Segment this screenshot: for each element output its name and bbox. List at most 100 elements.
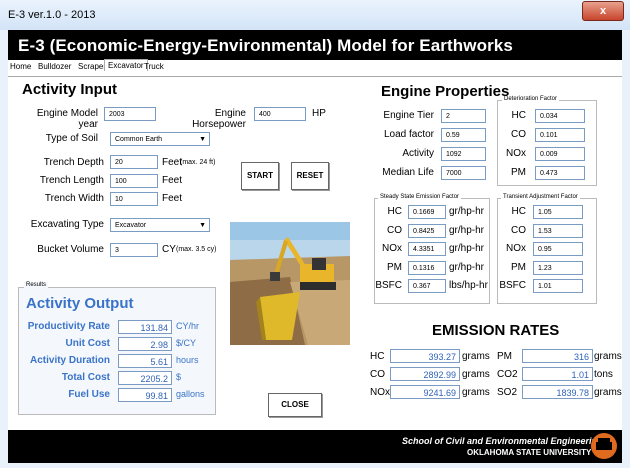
bucket-volume-label: Bucket Volume <box>37 244 104 255</box>
trench-depth-label: Trench Depth <box>43 157 104 168</box>
engine-prop-field[interactable]: 7000 <box>441 166 486 180</box>
output-label: Fuel Use <box>68 389 110 400</box>
footer-university: OKLAHOMA STATE UNIVERSITY <box>467 448 592 457</box>
emission-value: 393.27 <box>390 349 460 363</box>
output-unit: CY/hr <box>176 321 200 331</box>
emission-label: SO2 <box>497 387 518 398</box>
emission-label: PM <box>497 351 512 362</box>
engine-model-year-field[interactable]: 2003 <box>104 107 156 121</box>
bucket-volume-field[interactable]: 3 <box>110 243 158 257</box>
banner-title: E-3 (Economic-Energy-Environmental) Mode… <box>18 36 513 55</box>
deterioration-label: PM <box>511 167 526 178</box>
output-value: 5.61 <box>118 354 172 368</box>
trench-width-unit: Feet <box>162 193 183 204</box>
university-logo <box>591 433 617 459</box>
close-button[interactable]: CLOSE <box>268 393 322 417</box>
trench-length-field[interactable]: 100 <box>110 174 158 188</box>
footer-bar <box>8 430 622 463</box>
results-group-label: Results <box>24 282 49 288</box>
steady-state-field[interactable]: 0.1669 <box>408 205 446 219</box>
output-value: 2.98 <box>118 337 172 351</box>
excavator-photo <box>230 222 350 345</box>
activity-output-heading: Activity Output <box>26 295 134 312</box>
tab-excavator[interactable]: Excavator <box>104 59 148 71</box>
footer-school: School of Civil and Environmental Engine… <box>402 436 603 446</box>
output-value: 99.81 <box>118 388 172 402</box>
transient-field[interactable]: 1.05 <box>533 205 583 219</box>
steady-state-field[interactable]: 0.367 <box>408 279 446 293</box>
steady-state-label: BSFC <box>375 280 402 291</box>
output-label: Unit Cost <box>65 338 110 349</box>
emission-label: CO <box>370 369 385 380</box>
deterioration-field[interactable]: 0.034 <box>535 109 585 123</box>
trench-depth-field[interactable]: 20 <box>110 155 158 169</box>
transient-field[interactable]: 0.95 <box>533 242 583 256</box>
trench-width-label: Trench Width <box>44 193 104 204</box>
transient-label: PM <box>511 261 526 273</box>
steady-state-field[interactable]: 4.3351 <box>408 242 446 256</box>
trench-depth-unit: Feet <box>162 157 183 168</box>
emission-value: 316 <box>522 349 593 363</box>
transient-field[interactable]: 1.01 <box>533 279 583 293</box>
transient-field[interactable]: 1.23 <box>533 260 583 275</box>
emission-unit: grams <box>462 369 490 380</box>
excavating-type-value: Excavator <box>115 222 147 229</box>
tab-truck[interactable]: Truck <box>144 62 164 71</box>
deterioration-field[interactable]: 0.101 <box>535 128 585 142</box>
soil-value: Common Earth <box>115 136 163 143</box>
soil-label: Type of Soil <box>45 133 98 144</box>
activity-input-heading: Activity Input <box>22 81 118 98</box>
deterioration-field[interactable]: 0.473 <box>535 166 585 180</box>
engine-model-year-label: Engine Model year <box>36 108 98 130</box>
transient-label: BSFC <box>499 280 526 291</box>
emission-label: HC <box>370 351 385 362</box>
window-close-button[interactable]: x <box>582 1 624 21</box>
output-value: 2205.2 <box>118 371 172 385</box>
soil-select[interactable]: Common Earth ▼ <box>110 132 210 146</box>
trench-length-unit: Feet <box>162 175 183 186</box>
reset-button[interactable]: RESET <box>291 162 329 190</box>
hp-unit: HP <box>312 108 326 119</box>
trench-width-field[interactable]: 10 <box>110 192 158 206</box>
emission-unit: grams <box>462 387 490 398</box>
emission-unit: grams <box>462 351 490 362</box>
engine-prop-field[interactable]: 0.59 <box>441 128 486 142</box>
emission-label: NOx <box>370 387 390 398</box>
engine-prop-field[interactable]: 2 <box>441 109 486 123</box>
emission-rates-heading: EMISSION RATES <box>432 322 560 339</box>
emission-value: 1839.78 <box>522 385 593 399</box>
steady-state-group-label: Steady State Emission Factor <box>378 194 462 200</box>
start-button[interactable]: START <box>241 162 279 190</box>
emission-label: CO2 <box>497 369 518 380</box>
steady-state-unit: lbs/hp-hr <box>449 280 488 291</box>
deterioration-label: HC <box>511 110 526 121</box>
emission-unit: grams <box>594 351 622 362</box>
engine-prop-label: Activity <box>402 148 434 159</box>
emission-unit: grams <box>594 387 622 398</box>
excavating-type-select[interactable]: Excavator ▼ <box>110 218 210 232</box>
deterioration-field[interactable]: 0.009 <box>535 147 585 161</box>
output-label: Activity Duration <box>29 355 110 366</box>
engine-properties-heading: Engine Properties <box>381 83 510 100</box>
bucket-volume-note: (max. 3.5 cy) <box>176 246 217 253</box>
transient-field[interactable]: 1.53 <box>533 223 583 238</box>
tab-home[interactable]: Home <box>10 62 31 71</box>
tab-scraper[interactable]: Scraper <box>78 62 106 71</box>
emission-value: 2892.99 <box>390 367 460 381</box>
output-label: Total Cost <box>61 372 110 383</box>
engine-hp-field[interactable]: 400 <box>254 107 306 121</box>
steady-state-unit: gr/hp-hr <box>449 206 485 217</box>
engine-hp-label: Engine Horsepower <box>192 108 246 130</box>
engine-prop-field[interactable]: 1092 <box>441 147 486 161</box>
output-label: Productivity Rate <box>27 321 110 332</box>
chevron-down-icon: ▼ <box>199 136 206 143</box>
steady-state-label: CO <box>387 224 402 236</box>
bucket-volume-unit: CY <box>162 244 176 255</box>
tab-bulldozer[interactable]: Bulldozer <box>38 62 71 71</box>
steady-state-unit: gr/hp-hr <box>449 224 485 236</box>
output-unit: hours <box>176 355 199 365</box>
steady-state-unit: gr/hp-hr <box>449 261 485 273</box>
window-title: E-3 ver.1.0 - 2013 <box>8 9 96 21</box>
steady-state-field[interactable]: 0.1316 <box>408 260 446 275</box>
steady-state-field[interactable]: 0.8425 <box>408 223 446 238</box>
